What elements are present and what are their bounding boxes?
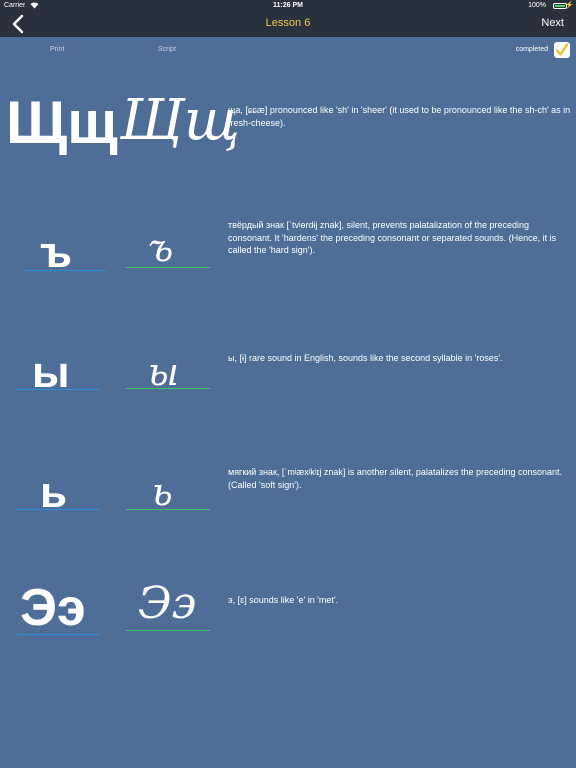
letter-description: э, [ɛ] sounds like 'e' in 'met'. (228, 595, 339, 605)
print-column-header: Print (50, 46, 65, 53)
letter-description: ща, [ɕɕæ] pronounced like 'sh' in 'sheer… (228, 105, 571, 128)
script-letter: Щщ (120, 88, 240, 153)
letter-description: мягкий знак, [ˈmʲæxʲkʲɪj znak] is anothe… (228, 467, 563, 490)
print-baseline (16, 509, 100, 510)
print-letter: Щщ (6, 89, 118, 156)
letter-row: ь ь мягкий знак, [ˈmʲæxʲkʲɪj znak] is an… (0, 464, 576, 534)
print-baseline (16, 389, 100, 390)
print-letter: ь (40, 468, 68, 517)
letter-row: ъ ъ твёрдый знак [ˈtvʲɵrdɨj znak], silen… (0, 218, 576, 288)
lesson-title: Lesson 6 (265, 17, 311, 29)
letter-row: ы ы ы, [ɨ] rare sound in English, sounds… (0, 336, 576, 406)
script-baseline (126, 509, 210, 510)
charging-bolt-icon: ⚡ (565, 2, 574, 9)
status-time: 11:26 PM (273, 2, 303, 9)
script-baseline (126, 267, 210, 268)
print-letter: Ээ (20, 579, 86, 637)
script-letter: ъ (148, 226, 174, 270)
status-bar: Carrier 11:26 PM 100% ⚡ (0, 0, 576, 12)
letter-row: Щщ Щщ ща, [ɕɕæ] pronounced like 'sh' in … (0, 88, 576, 178)
nav-bar: Lesson 6 Next (0, 12, 576, 37)
script-column-header: Script (158, 46, 176, 53)
completed-checkbox[interactable] (554, 42, 570, 58)
checkmark-icon (555, 43, 569, 56)
letter-description: твёрдый знак [ˈtvʲɵrdɨj znak], silent, p… (228, 220, 557, 255)
script-baseline (126, 388, 210, 389)
script-letter: Ээ (138, 578, 197, 629)
print-baseline (24, 270, 106, 271)
completed-label: completed (515, 46, 548, 53)
letter-description: ы, [ɨ] rare sound in English, sounds lik… (228, 353, 503, 363)
script-letter: ь (152, 470, 173, 514)
battery-percent: 100% (528, 2, 546, 9)
script-baseline (126, 630, 210, 631)
print-letter: ы (32, 348, 70, 397)
next-button[interactable]: Next (541, 17, 564, 29)
print-baseline (18, 634, 100, 635)
letter-row: Ээ Ээ э, [ɛ] sounds like 'e' in 'met'. (0, 578, 576, 648)
